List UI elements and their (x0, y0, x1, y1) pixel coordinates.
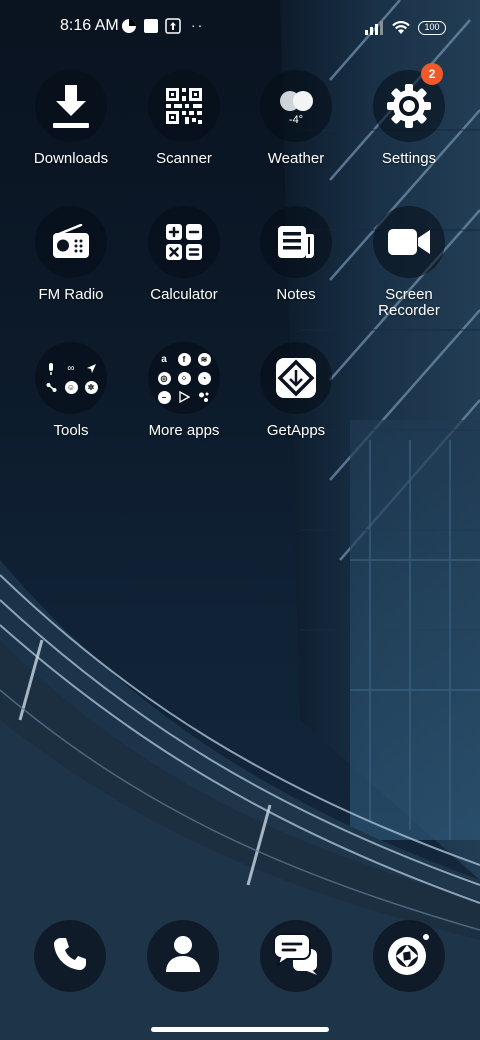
notes-icon (260, 206, 332, 278)
app-folder-tools[interactable]: ∞ ☺ ✲ Tools (11, 342, 131, 439)
home-gesture-bar[interactable] (151, 1027, 329, 1032)
app-label: Screen Recorder (378, 286, 440, 319)
app-label: Settings (381, 150, 437, 167)
video-camera-icon (373, 206, 445, 278)
app-scanner[interactable]: Scanner (124, 70, 244, 167)
app-label: Tools (53, 422, 89, 439)
tools-folder-preview: ∞ ☺ ✲ (45, 362, 98, 394)
app-label: Notes (276, 286, 316, 303)
share-connect-icon (45, 381, 58, 394)
apps-folder-icon: a f ≋ ◎ ⁘ ◔ − (148, 342, 220, 414)
app-label: Downloads (33, 150, 109, 167)
status-bar: 8:16 AM ·· 100 (0, 0, 480, 56)
microphone-icon (45, 362, 58, 375)
chat-bubbles-icon (273, 932, 319, 981)
spotify-icon: ≋ (197, 352, 211, 366)
radio-icon (35, 206, 107, 278)
data-saver-icon (121, 18, 137, 39)
wifi-icon (390, 18, 412, 41)
app-weather[interactable]: -4° Weather (236, 70, 356, 167)
facebook-icon: f (177, 352, 191, 366)
app-settings[interactable]: 2 Settings (349, 63, 469, 167)
tools-folder-icon: ∞ ☺ ✲ (35, 342, 107, 414)
cloud-icon: -4° (260, 70, 332, 142)
face-icon: ☺ (64, 381, 78, 394)
compass-arrow-icon (85, 362, 98, 375)
status-time: 8:16 AM (60, 17, 119, 34)
gear-icon: 2 (373, 63, 445, 142)
app-label: Weather (267, 150, 325, 167)
app-label: More apps (148, 422, 220, 439)
app-label: FM Radio (38, 286, 104, 303)
app-calculator[interactable]: Calculator (124, 206, 244, 303)
block-app-icon: − (157, 390, 171, 404)
signal-icon (364, 20, 386, 40)
app-label: GetApps (266, 422, 326, 439)
dock-messages-button[interactable] (260, 920, 332, 992)
amazon-icon: a (161, 353, 167, 365)
app-screen-recorder[interactable]: Screen Recorder (349, 206, 469, 319)
chat-app-icon: ◔ (197, 371, 211, 385)
play-store-icon (178, 391, 191, 404)
app-label: Scanner (156, 150, 212, 167)
app-notes[interactable]: Notes (236, 206, 356, 303)
getapps-icon (260, 342, 332, 414)
grid-app-icon: ⁘ (177, 371, 191, 385)
notification-square-icon (143, 18, 159, 39)
camera-aperture-icon (384, 929, 434, 984)
app-label: Calculator (150, 286, 218, 303)
upload-notification-icon (165, 18, 181, 39)
more-apps-folder-preview: a f ≋ ◎ ⁘ ◔ − (157, 352, 211, 404)
assistant-icon (198, 391, 211, 404)
dock-phone-button[interactable] (34, 920, 106, 992)
dock-contacts-button[interactable] (147, 920, 219, 992)
app-fm-radio[interactable]: FM Radio (11, 206, 131, 303)
settings-notification-badge: 2 (421, 63, 443, 85)
weather-temperature: -4° (288, 114, 304, 126)
app-folder-more-apps[interactable]: a f ≋ ◎ ⁘ ◔ − More apps (124, 342, 244, 439)
battery-indicator: 100 (418, 21, 446, 35)
infinity-icon: ∞ (67, 363, 75, 374)
app-downloads[interactable]: Downloads (11, 70, 131, 167)
calculator-icon (148, 206, 220, 278)
more-notifications-indicator: ·· (191, 17, 205, 33)
person-icon (164, 934, 202, 979)
download-icon (35, 70, 107, 142)
phone-icon (50, 934, 90, 979)
compass-icon: ✲ (84, 381, 98, 394)
instagram-icon: ◎ (157, 371, 171, 385)
qr-code-icon (148, 70, 220, 142)
app-getapps[interactable]: GetApps (236, 342, 356, 439)
dock-camera-button[interactable] (373, 920, 445, 992)
